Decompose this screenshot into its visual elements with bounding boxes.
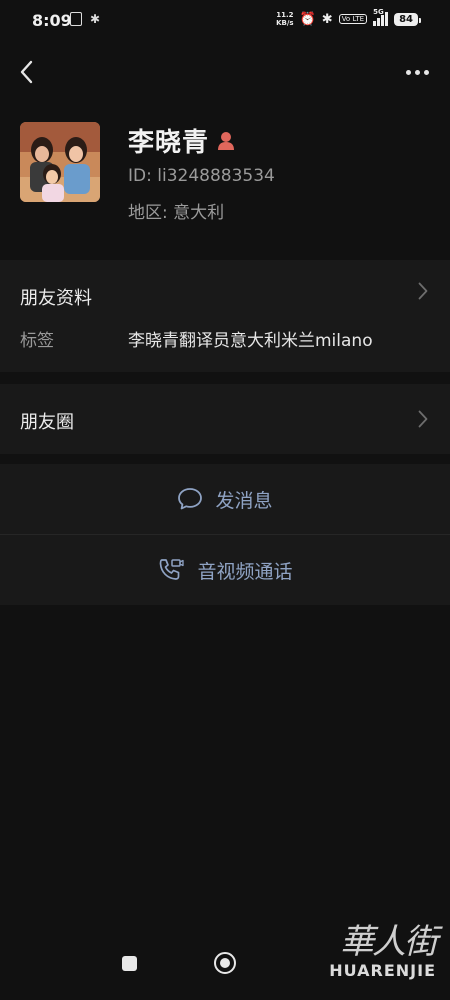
signal-label: 5G <box>373 8 384 16</box>
status-left-icons: ✱ <box>70 12 100 26</box>
net-speed-unit: KB/s <box>276 19 294 27</box>
back-button[interactable] <box>14 58 42 86</box>
id-value: li3248883534 <box>157 166 275 186</box>
avatar-photo <box>20 122 100 202</box>
chevron-right-icon <box>418 282 428 300</box>
volte-badge: Vo LTE <box>338 14 368 24</box>
send-message-label: 发消息 <box>215 489 273 512</box>
net-speed: 11.2 KB/s <box>276 11 293 27</box>
region-label: 地区: <box>128 203 168 223</box>
top-nav <box>0 56 450 90</box>
chevron-right-icon <box>418 410 428 428</box>
video-call-button[interactable]: 音视频通话 <box>0 535 450 605</box>
contact-name: 李晓青 <box>128 128 210 158</box>
home-button[interactable] <box>214 952 236 974</box>
region-value: 意大利 <box>173 203 225 223</box>
alarm-icon: ⏰ <box>299 11 316 27</box>
phone-video-icon <box>160 559 185 580</box>
tag-label: 标签 <box>20 331 54 351</box>
system-nav-bar <box>0 944 450 1000</box>
battery-icon: 84 <box>394 12 421 26</box>
moments-row[interactable]: 朋友圈 <box>0 384 450 454</box>
status-bar: 8:09 ✱ 11.2 KB/s ⏰ ✱ Vo LTE 5G 84 <box>0 0 450 40</box>
send-message-button[interactable]: 发消息 <box>0 464 450 534</box>
tag-value: 李晓青翻译员意大利米兰milano <box>128 331 373 351</box>
notification-icon <box>70 12 82 26</box>
more-options-button[interactable] <box>402 58 432 86</box>
more-dot-icon <box>405 69 411 75</box>
more-dot-icon <box>423 69 429 75</box>
more-dot-icon <box>414 69 420 75</box>
region: 地区: 意大利 <box>128 198 224 223</box>
female-icon <box>218 131 235 150</box>
status-right: 11.2 KB/s ⏰ ✱ Vo LTE 5G 84 <box>276 8 421 27</box>
net-speed-value: 11.2 <box>276 11 294 19</box>
chevron-left-icon <box>20 60 33 84</box>
moments-title: 朋友圈 <box>20 412 74 433</box>
recents-button[interactable] <box>122 956 137 971</box>
avatar[interactable] <box>20 122 100 202</box>
friend-info-section[interactable]: 朋友资料 标签 李晓青翻译员意大利米兰milano <box>0 260 450 372</box>
bluetooth-small-icon: ✱ <box>90 12 101 26</box>
wechat-id: ID: li3248883534 <box>128 166 275 186</box>
video-call-label: 音视频通话 <box>197 560 293 583</box>
friend-info-title: 朋友资料 <box>20 288 92 309</box>
profile-header: 李晓青 ID: li3248883534 地区: 意大利 <box>20 122 430 223</box>
name-row: 李晓青 <box>128 122 235 159</box>
bluetooth-icon: ✱ <box>321 11 333 27</box>
id-label: ID: <box>128 166 152 186</box>
status-time: 8:09 <box>32 11 72 30</box>
signal-icon: 5G <box>373 8 389 26</box>
chat-bubble-icon <box>178 488 203 510</box>
